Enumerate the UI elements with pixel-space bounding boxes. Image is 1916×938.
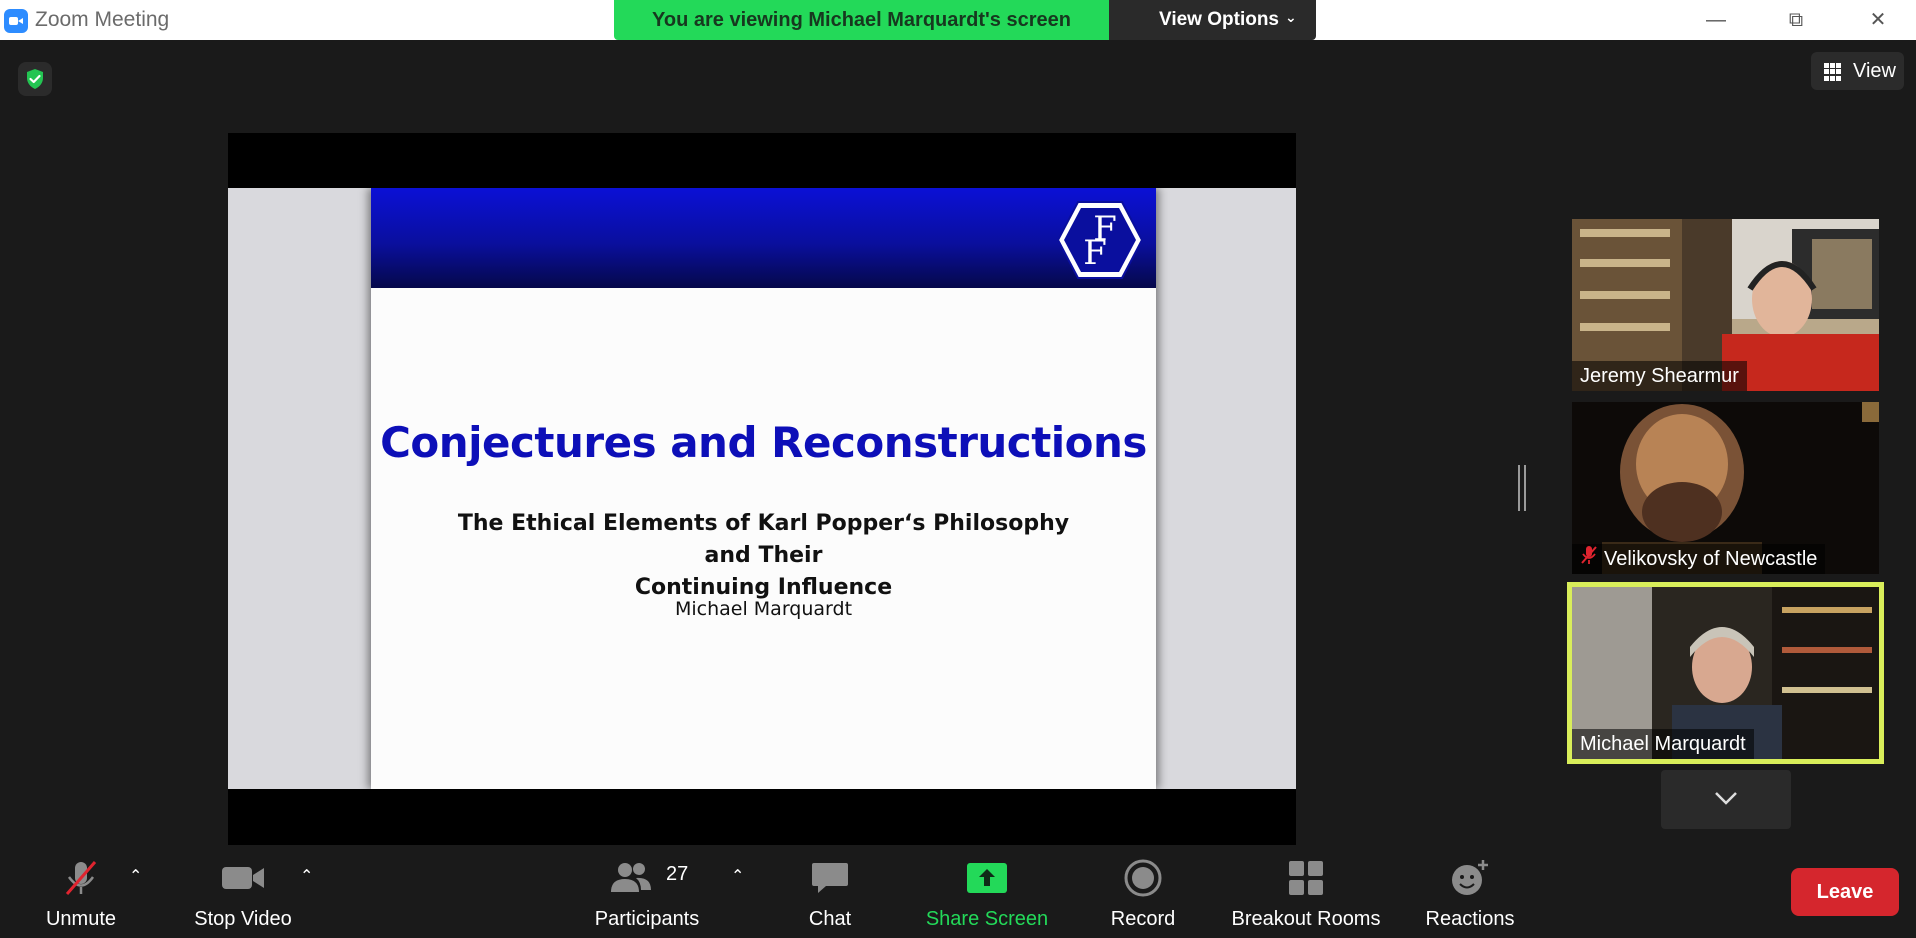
- viewing-screen-banner: You are viewing Michael Marquardt's scre…: [614, 0, 1109, 40]
- view-label: View: [1853, 60, 1896, 82]
- share-screen-button[interactable]: Share Screen: [918, 846, 1056, 938]
- stop-video-label: Stop Video: [194, 908, 292, 930]
- slide-subtitle-line-1: The Ethical Elements of Karl Popper‘s Ph…: [457, 511, 1070, 568]
- participants-icon: [611, 863, 651, 892]
- title-bar: Zoom Meeting You are viewing Michael Mar…: [0, 0, 1916, 40]
- chat-label: Chat: [808, 908, 852, 930]
- participant-tile-jeremy-shearmur[interactable]: Jeremy Shearmur: [1572, 219, 1879, 391]
- muted-microphone-icon: [65, 861, 97, 895]
- stop-video-button[interactable]: Stop Video: [180, 846, 306, 938]
- chevron-down-icon: [1715, 792, 1737, 805]
- participants-label: Participants: [594, 908, 700, 930]
- viewing-screen-text: You are viewing Michael Marquardt's scre…: [652, 9, 1071, 31]
- minimize-button[interactable]: —: [1683, 0, 1749, 40]
- meeting-toolbar: Unmute ⌃ Stop Video ⌃ 27 Participants ⌃ …: [0, 846, 1916, 938]
- chat-bubble-icon: [812, 863, 848, 893]
- chevron-down-icon: ⌄: [1285, 9, 1297, 25]
- view-options-label: View Options: [1159, 9, 1280, 30]
- share-screen-icon: [967, 863, 1007, 893]
- slide-header-bar: [371, 188, 1156, 288]
- view-options-button[interactable]: View Options ⌄: [1109, 0, 1316, 40]
- restore-button[interactable]: ⧉: [1763, 0, 1829, 40]
- participant-name: Michael Marquardt: [1572, 729, 1754, 759]
- grid-icon: [1824, 63, 1842, 81]
- reactions-button[interactable]: Reactions: [1420, 846, 1520, 938]
- participant-count: 27: [666, 863, 689, 885]
- svg-text:F: F: [1083, 233, 1107, 273]
- share-screen-label: Share Screen: [925, 908, 1049, 930]
- participants-options-caret[interactable]: ⌃: [731, 866, 744, 886]
- breakout-rooms-button[interactable]: Breakout Rooms: [1222, 846, 1390, 938]
- view-layout-button[interactable]: View: [1811, 52, 1904, 90]
- participant-name: Jeremy Shearmur: [1572, 361, 1747, 391]
- scroll-participants-down-button[interactable]: [1661, 770, 1791, 829]
- add-reaction-icon: [1452, 860, 1488, 895]
- slide-author: Michael Marquardt: [674, 598, 853, 620]
- shared-screen[interactable]: F F Conjectures and Reconstructions The …: [228, 133, 1296, 845]
- unmute-label: Unmute: [45, 908, 117, 930]
- reactions-label: Reactions: [1425, 908, 1515, 930]
- video-options-caret[interactable]: ⌃: [300, 866, 313, 886]
- presentation-slide: F F Conjectures and Reconstructions The …: [371, 188, 1156, 789]
- breakout-rooms-label: Breakout Rooms: [1231, 908, 1381, 930]
- video-camera-icon: [222, 867, 264, 889]
- participant-name: Velikovsky of Newcastle: [1572, 544, 1826, 574]
- unmute-button[interactable]: Unmute: [22, 846, 140, 938]
- window-title: Zoom Meeting: [35, 8, 170, 31]
- participants-button[interactable]: 27 Participants: [580, 846, 714, 938]
- panel-resize-handle[interactable]: [1518, 465, 1526, 511]
- close-button[interactable]: ✕: [1845, 0, 1911, 40]
- record-icon: [1124, 859, 1162, 897]
- zoom-app-icon: [4, 9, 28, 33]
- audio-options-caret[interactable]: ⌃: [129, 866, 142, 886]
- participant-tile-michael-marquardt[interactable]: Michael Marquardt: [1567, 582, 1884, 764]
- record-button[interactable]: Record: [1098, 846, 1188, 938]
- breakout-rooms-icon: [1289, 861, 1323, 895]
- ff-logo-icon: F F: [1056, 201, 1144, 279]
- participant-tile-velikovsky-of-newcastle[interactable]: Velikovsky of Newcastle: [1572, 402, 1879, 574]
- record-label: Record: [1110, 908, 1176, 930]
- slide-subtitle: The Ethical Elements of Karl Popper‘s Ph…: [431, 508, 1096, 604]
- security-shield-icon[interactable]: [18, 62, 52, 96]
- slide-title: Conjectures and Reconstructions: [380, 418, 1147, 467]
- chat-button[interactable]: Chat: [790, 846, 870, 938]
- muted-microphone-icon: [1580, 544, 1598, 574]
- leave-meeting-button[interactable]: Leave: [1791, 868, 1899, 916]
